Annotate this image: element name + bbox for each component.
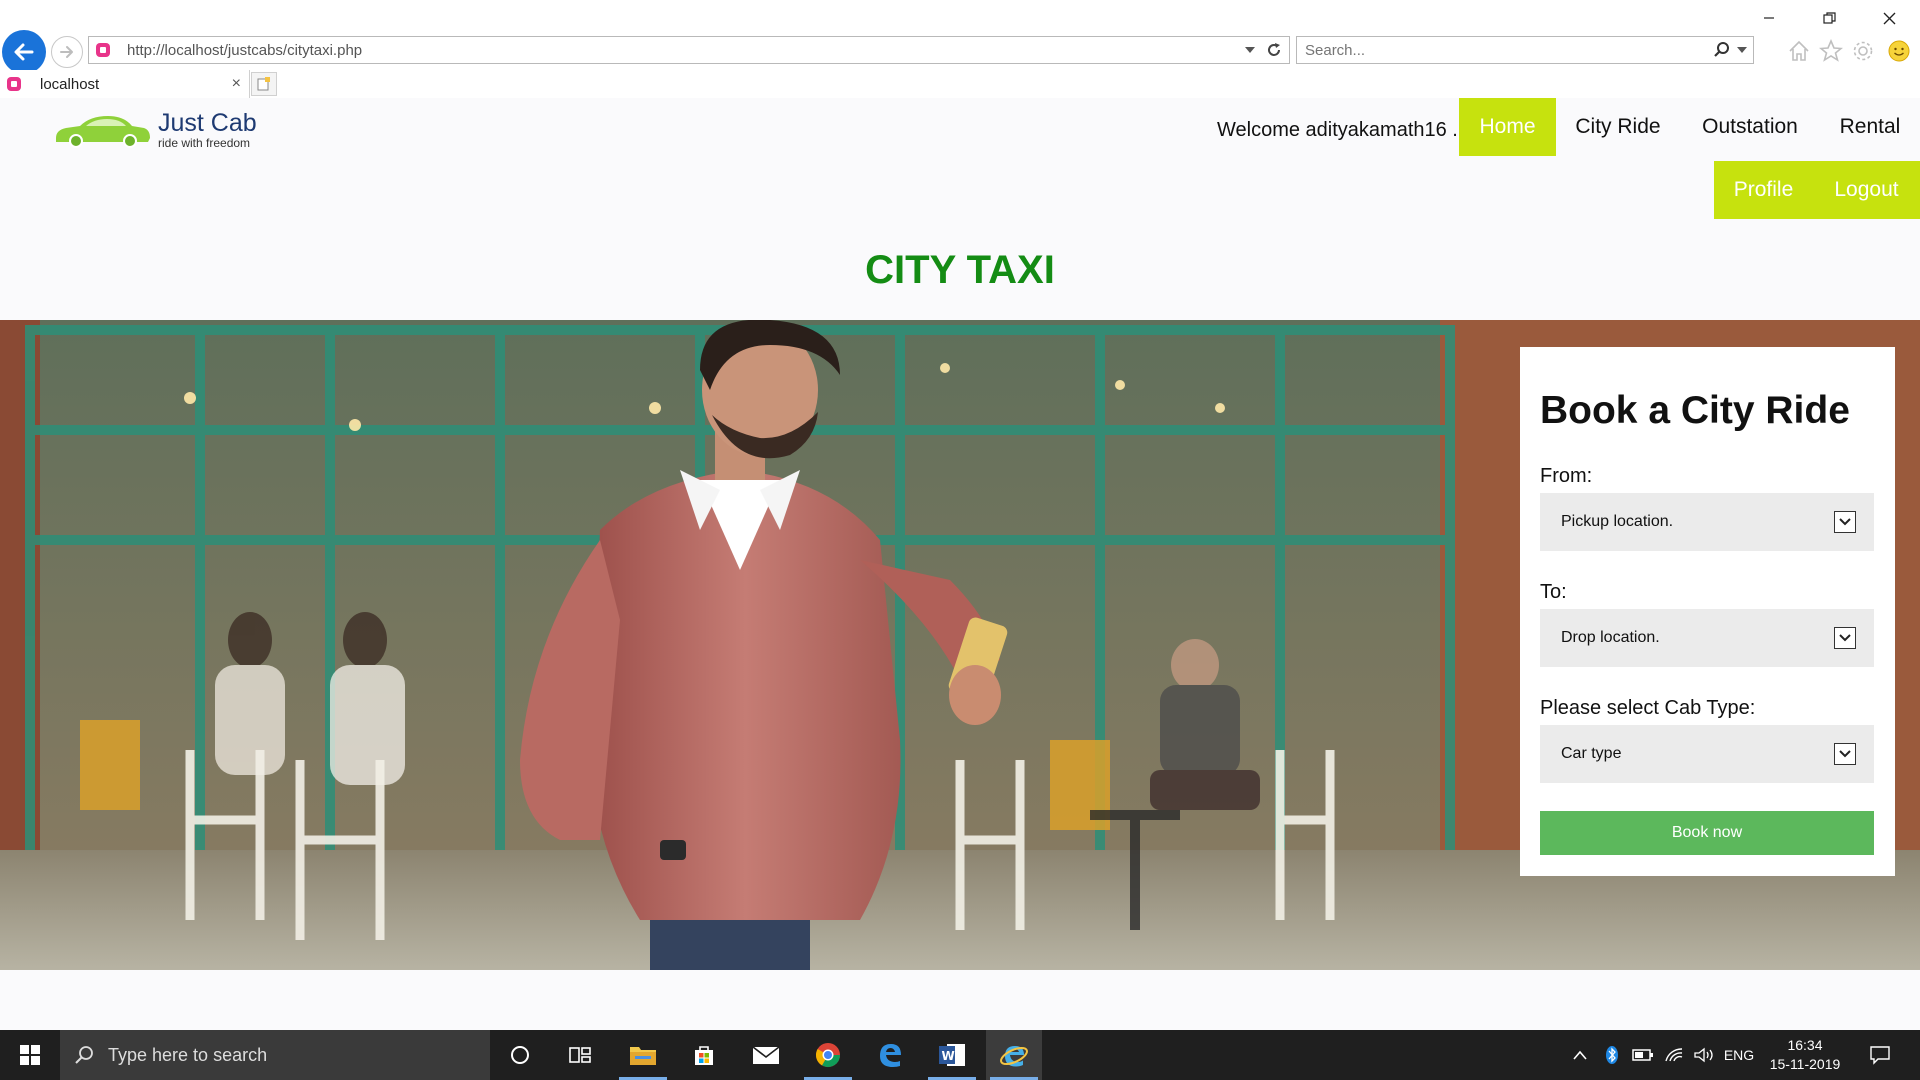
logo-tagline: ride with freedom [158,136,251,150]
site-favicon-icon [7,77,21,91]
wifi-icon[interactable] [1660,1030,1688,1080]
chrome-icon [815,1043,840,1068]
file-explorer-button[interactable] [615,1030,671,1080]
dropdown-arrow-icon[interactable] [1737,46,1747,54]
logo-name: Just Cab [158,109,257,137]
drop-select-value: Drop location. [1561,629,1660,646]
edge-icon [880,1044,901,1067]
store-bag-icon [695,1046,713,1065]
browser-search-input[interactable] [1305,41,1713,59]
favorites-star-icon[interactable] [1818,38,1844,64]
browser-tab[interactable]: localhost × [0,70,250,98]
internet-explorer-icon [1000,1046,1028,1067]
cab-type-select[interactable]: Car type [1540,725,1874,783]
start-button[interactable] [0,1030,60,1080]
site-logo[interactable]: Just Cab ride with freedom [52,110,257,150]
edge-button[interactable] [862,1030,918,1080]
folder-icon [630,1047,656,1065]
language-indicator[interactable]: ENG [1720,1030,1758,1080]
taskbar-search-box[interactable]: Type here to search [60,1030,490,1080]
internet-explorer-button[interactable] [986,1030,1042,1080]
from-label: From: [1540,465,1593,487]
battery-icon[interactable] [1628,1030,1658,1080]
clock-date: 15-11-2019 [1769,1056,1841,1072]
arrow-right-icon [60,46,73,58]
forward-button[interactable] [51,36,83,68]
tab-close-icon[interactable]: × [232,75,241,93]
clock-time: 16:34 [1787,1037,1823,1053]
home-icon[interactable] [1786,38,1812,64]
booking-title: Book a City Ride [1540,389,1850,432]
close-window-button[interactable] [1866,4,1912,32]
car-logo-icon [56,116,150,148]
nav-city-ride[interactable]: City Ride [1556,98,1680,156]
welcome-message: Welcome adityakamath16 . [1217,119,1458,141]
tab-title: localhost [40,75,100,93]
back-button[interactable] [2,30,46,74]
chevron-down-icon[interactable] [1834,627,1856,649]
settings-gear-icon[interactable] [1850,38,1876,64]
windows-taskbar: Type here to search W ENG 16:34 15-11-20… [0,1030,1920,1080]
search-icon[interactable] [1713,41,1731,59]
chevron-down-icon[interactable] [1834,511,1856,533]
to-label: To: [1540,581,1567,603]
refresh-icon[interactable] [1265,41,1283,59]
task-view-button[interactable] [552,1030,608,1080]
taskbar-search-placeholder: Type here to search [108,1044,268,1065]
browser-search-box[interactable] [1296,36,1754,64]
chrome-button[interactable] [800,1030,856,1080]
pickup-select[interactable]: Pickup location. [1540,493,1874,551]
site-favicon-icon [96,43,110,57]
action-center-icon[interactable] [1860,1030,1900,1080]
booking-form: Book a City Ride From: Pickup location. … [1520,347,1895,876]
taskbar-clock[interactable]: 16:34 15-11-2019 [1760,1036,1850,1074]
store-button[interactable] [676,1030,732,1080]
minimize-button[interactable] [1746,4,1792,32]
bluetooth-icon[interactable] [1598,1030,1626,1080]
arrow-left-icon [14,43,34,61]
volume-icon[interactable] [1690,1030,1718,1080]
address-bar[interactable]: http://localhost/justcabs/citytaxi.php [88,36,1290,64]
chevron-down-icon[interactable] [1834,743,1856,765]
cab-type-select-value: Car type [1561,745,1622,762]
book-now-button[interactable]: Book now [1540,811,1874,855]
feedback-smiley-icon[interactable] [1886,38,1912,64]
cortana-circle-icon [511,1046,529,1064]
page-title: CITY TAXI [865,248,1055,292]
new-tab-icon [257,77,270,91]
nav-profile[interactable]: Profile [1714,161,1813,219]
web-page: Just Cab ride with freedom Welcome adity… [0,98,1920,1030]
cab-type-label: Please select Cab Type: [1540,697,1756,719]
word-button[interactable]: W [924,1030,980,1080]
nav-logout[interactable]: Logout [1813,161,1920,219]
cortana-button[interactable] [492,1030,548,1080]
windows-logo-icon [20,1045,40,1065]
nav-rental[interactable]: Rental [1820,98,1920,156]
task-view-icon [569,1047,591,1063]
pickup-select-value: Pickup location. [1561,513,1674,530]
logo-text: Just Cab ride with freedom [158,110,257,150]
svg-text:W: W [942,1049,955,1063]
dropdown-arrow-icon[interactable] [1245,46,1255,54]
mail-button[interactable] [738,1030,794,1080]
nav-home[interactable]: Home [1459,98,1556,156]
new-tab-button[interactable] [251,72,277,96]
restore-button[interactable] [1806,4,1852,32]
address-url[interactable]: http://localhost/justcabs/citytaxi.php [127,42,1245,59]
mail-envelope-icon [752,1046,780,1064]
word-icon: W [939,1044,965,1066]
tray-overflow-icon[interactable] [1566,1030,1594,1080]
browser-chrome: http://localhost/justcabs/citytaxi.php l… [0,0,1920,98]
nav-outstation[interactable]: Outstation [1680,98,1820,156]
search-icon [75,1046,93,1064]
drop-select[interactable]: Drop location. [1540,609,1874,667]
